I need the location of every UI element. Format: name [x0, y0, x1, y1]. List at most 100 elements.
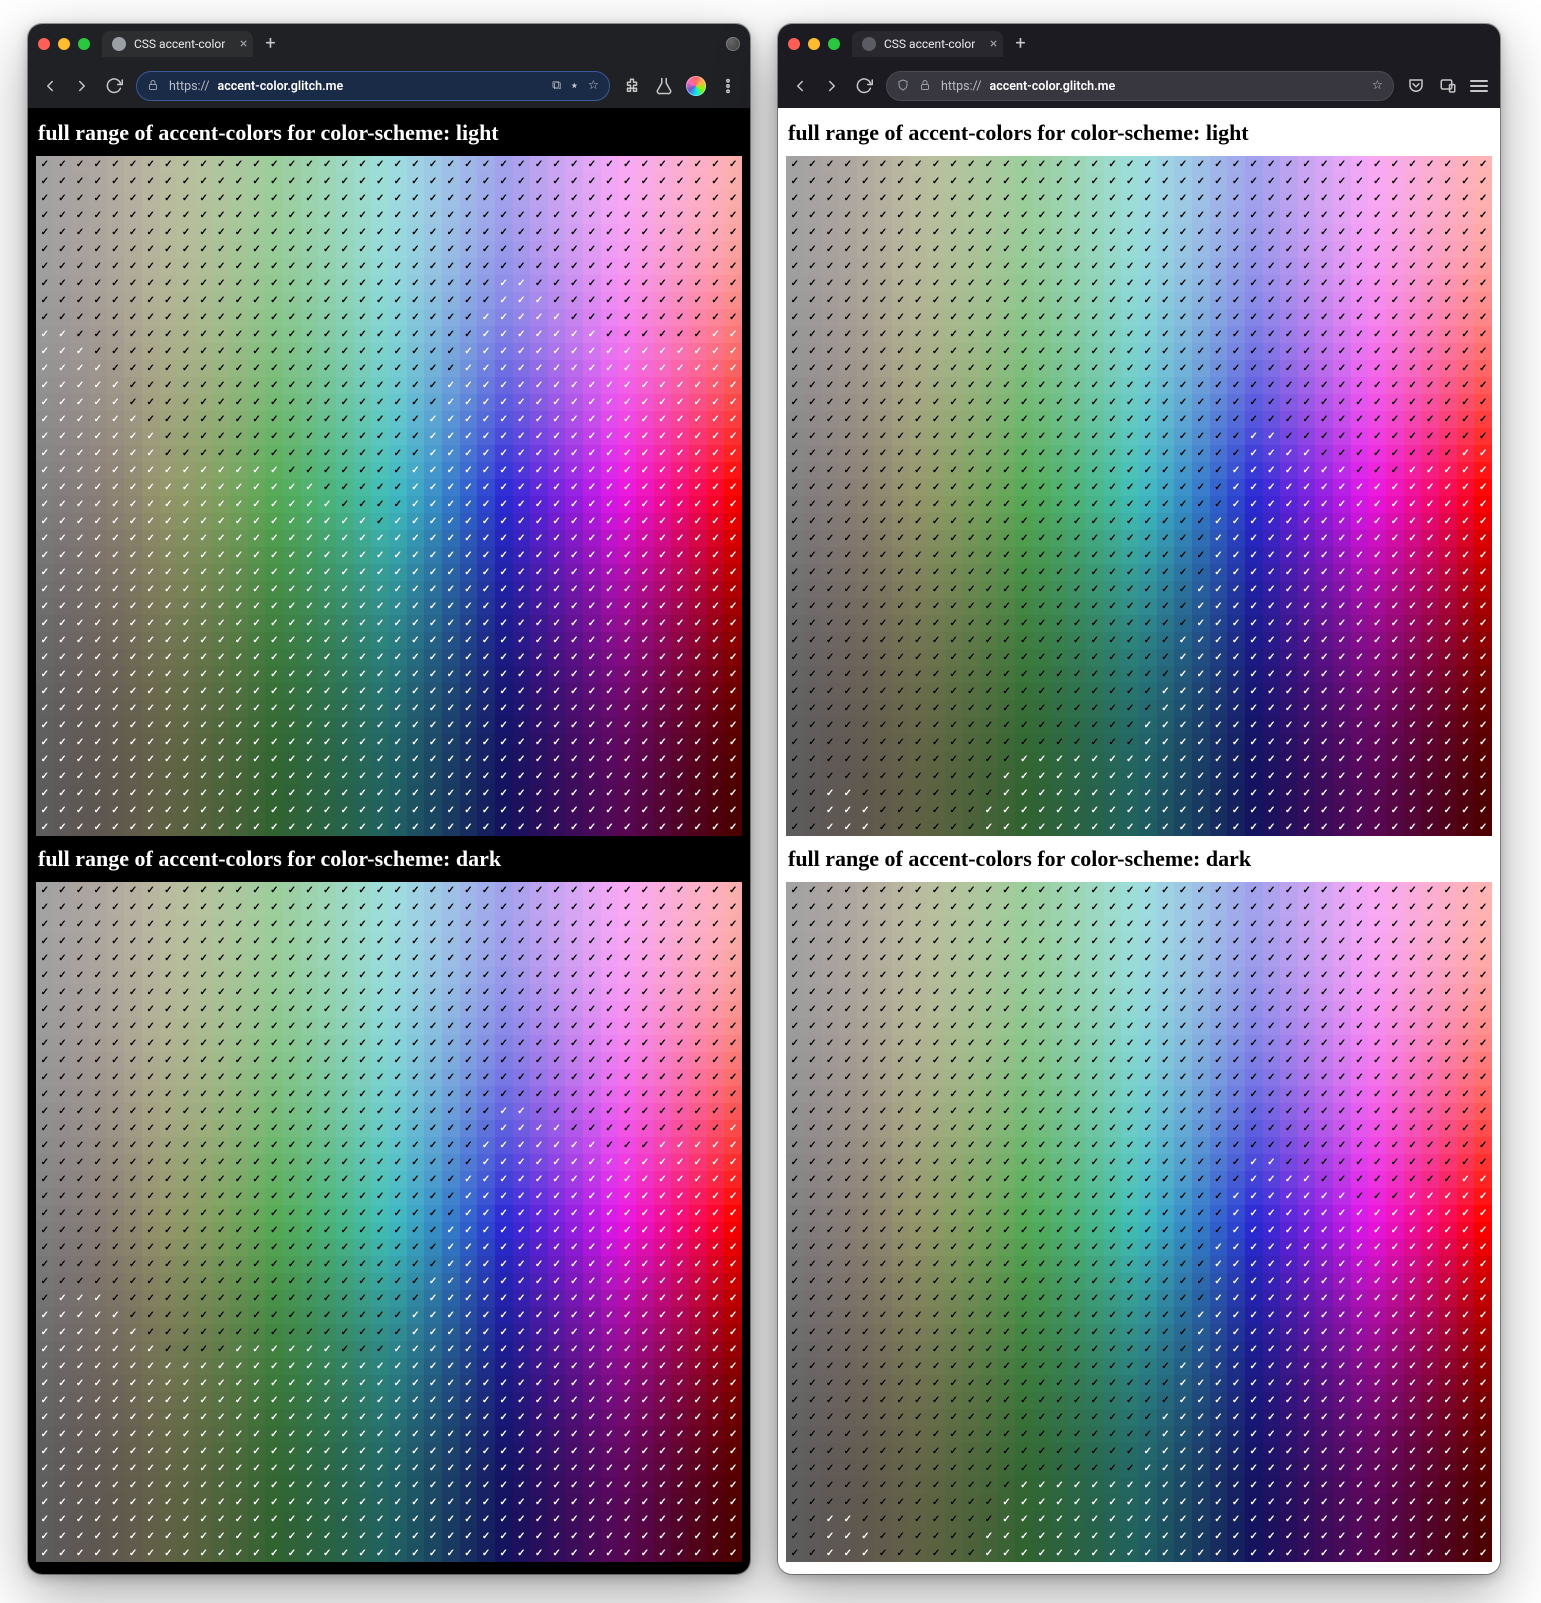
swatch[interactable]: ✓ — [142, 984, 160, 1001]
swatch[interactable]: ✓ — [389, 785, 407, 802]
swatch[interactable]: ✓ — [371, 933, 389, 950]
swatch[interactable]: ✓ — [495, 768, 513, 785]
swatch[interactable]: ✓ — [654, 1188, 672, 1205]
swatch[interactable]: ✓ — [371, 411, 389, 428]
swatch[interactable]: ✓ — [618, 462, 636, 479]
swatch[interactable]: ✓ — [618, 496, 636, 513]
swatch[interactable]: ✓ — [336, 1239, 354, 1256]
swatch[interactable]: ✓ — [618, 1018, 636, 1035]
swatch[interactable]: ✓ — [124, 819, 142, 836]
swatch[interactable]: ✓ — [177, 1188, 195, 1205]
swatch[interactable]: ✓ — [301, 1103, 319, 1120]
swatch[interactable]: ✓ — [424, 683, 442, 700]
swatch[interactable]: ✓ — [89, 377, 107, 394]
swatch[interactable]: ✓ — [212, 1001, 230, 1018]
swatch[interactable]: ✓ — [195, 343, 213, 360]
swatch[interactable]: ✓ — [301, 173, 319, 190]
swatch[interactable]: ✓ — [160, 1188, 178, 1205]
swatch[interactable]: ✓ — [477, 207, 495, 224]
swatch[interactable]: ✓ — [671, 360, 689, 377]
forward-button[interactable] — [72, 76, 92, 96]
swatch[interactable]: ✓ — [671, 462, 689, 479]
swatch[interactable]: ✓ — [565, 479, 583, 496]
swatch[interactable]: ✓ — [89, 530, 107, 547]
swatch[interactable]: ✓ — [283, 156, 301, 173]
swatch[interactable]: ✓ — [265, 241, 283, 258]
swatch[interactable]: ✓ — [654, 751, 672, 768]
swatch[interactable]: ✓ — [142, 1069, 160, 1086]
swatch[interactable]: ✓ — [601, 1103, 619, 1120]
swatch[interactable]: ✓ — [671, 513, 689, 530]
swatch[interactable]: ✓ — [513, 1120, 531, 1137]
swatch[interactable]: ✓ — [318, 1001, 336, 1018]
swatch[interactable]: ✓ — [89, 666, 107, 683]
swatch[interactable]: ✓ — [477, 967, 495, 984]
swatch[interactable]: ✓ — [212, 1052, 230, 1069]
swatch[interactable]: ✓ — [354, 1188, 372, 1205]
swatch[interactable]: ✓ — [36, 967, 54, 984]
swatch[interactable]: ✓ — [513, 1001, 531, 1018]
swatch[interactable]: ✓ — [583, 1222, 601, 1239]
swatch[interactable]: ✓ — [371, 190, 389, 207]
swatch[interactable]: ✓ — [601, 1171, 619, 1188]
swatch[interactable]: ✓ — [195, 751, 213, 768]
swatch[interactable]: ✓ — [124, 360, 142, 377]
swatch[interactable]: ✓ — [424, 1188, 442, 1205]
swatch[interactable]: ✓ — [583, 445, 601, 462]
swatch[interactable]: ✓ — [601, 581, 619, 598]
swatch[interactable]: ✓ — [89, 190, 107, 207]
swatch[interactable]: ✓ — [160, 564, 178, 581]
swatch[interactable]: ✓ — [565, 632, 583, 649]
swatch[interactable]: ✓ — [318, 1137, 336, 1154]
swatch[interactable]: ✓ — [248, 207, 266, 224]
swatch[interactable]: ✓ — [565, 785, 583, 802]
swatch[interactable]: ✓ — [89, 411, 107, 428]
swatch[interactable]: ✓ — [89, 785, 107, 802]
swatch[interactable]: ✓ — [671, 768, 689, 785]
swatch[interactable]: ✓ — [248, 882, 266, 899]
swatch[interactable]: ✓ — [265, 819, 283, 836]
swatch[interactable]: ✓ — [601, 479, 619, 496]
swatch[interactable]: ✓ — [160, 683, 178, 700]
swatch[interactable]: ✓ — [477, 819, 495, 836]
swatch[interactable]: ✓ — [601, 156, 619, 173]
swatch[interactable]: ✓ — [407, 632, 425, 649]
swatch[interactable]: ✓ — [548, 768, 566, 785]
swatch[interactable]: ✓ — [424, 666, 442, 683]
swatch[interactable]: ✓ — [71, 1103, 89, 1120]
swatch[interactable]: ✓ — [548, 649, 566, 666]
swatch[interactable]: ✓ — [654, 496, 672, 513]
swatch[interactable]: ✓ — [530, 802, 548, 819]
swatch[interactable]: ✓ — [160, 292, 178, 309]
swatch[interactable]: ✓ — [336, 564, 354, 581]
swatch[interactable]: ✓ — [336, 1001, 354, 1018]
swatch[interactable]: ✓ — [601, 700, 619, 717]
swatch[interactable]: ✓ — [301, 207, 319, 224]
swatch[interactable]: ✓ — [89, 1069, 107, 1086]
swatch[interactable]: ✓ — [71, 666, 89, 683]
swatch[interactable]: ✓ — [318, 224, 336, 241]
swatch[interactable]: ✓ — [301, 1239, 319, 1256]
swatch[interactable]: ✓ — [142, 950, 160, 967]
swatch[interactable]: ✓ — [107, 224, 125, 241]
swatch[interactable]: ✓ — [407, 1188, 425, 1205]
swatch[interactable]: ✓ — [283, 496, 301, 513]
swatch[interactable]: ✓ — [142, 547, 160, 564]
swatch[interactable]: ✓ — [336, 632, 354, 649]
swatch[interactable]: ✓ — [336, 882, 354, 899]
swatch[interactable]: ✓ — [107, 1086, 125, 1103]
swatch[interactable]: ✓ — [160, 1069, 178, 1086]
swatch[interactable]: ✓ — [565, 292, 583, 309]
swatch[interactable]: ✓ — [424, 530, 442, 547]
swatch[interactable]: ✓ — [442, 1171, 460, 1188]
swatch[interactable]: ✓ — [565, 258, 583, 275]
swatch[interactable]: ✓ — [265, 1120, 283, 1137]
swatch[interactable]: ✓ — [460, 598, 478, 615]
swatch[interactable]: ✓ — [54, 428, 72, 445]
swatch[interactable]: ✓ — [689, 734, 707, 751]
swatch[interactable]: ✓ — [230, 802, 248, 819]
swatch[interactable]: ✓ — [265, 1154, 283, 1171]
swatch[interactable]: ✓ — [336, 768, 354, 785]
swatch[interactable]: ✓ — [442, 802, 460, 819]
swatch[interactable]: ✓ — [636, 1120, 654, 1137]
